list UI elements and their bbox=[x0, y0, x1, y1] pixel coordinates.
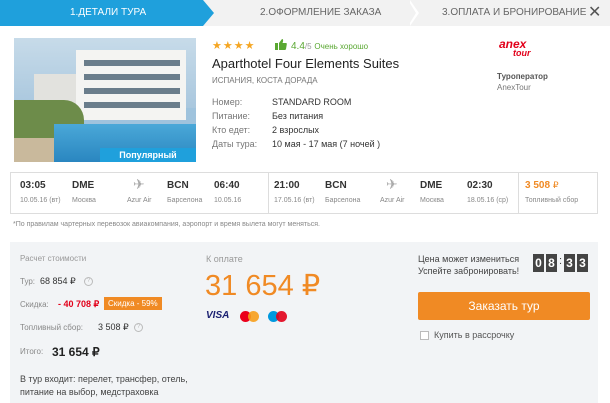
out-dep-date: 10.05.16 (вт) bbox=[20, 197, 61, 204]
calc-title: Расчет стоимости bbox=[20, 254, 87, 263]
hotel-stars: ★★★★ bbox=[212, 40, 256, 52]
timer-colon: : bbox=[559, 255, 563, 267]
back-arr-city: Москва bbox=[420, 197, 444, 204]
maestro-logo bbox=[268, 311, 288, 322]
back-arr-code: DME bbox=[420, 180, 443, 191]
out-dep-code: DME bbox=[72, 180, 95, 191]
order-tour-button[interactable]: Заказать тур bbox=[418, 292, 590, 320]
step-separator-inner bbox=[408, 0, 416, 26]
info-icon[interactable]: ? bbox=[134, 323, 143, 332]
out-arr-time: 06:40 bbox=[214, 180, 240, 191]
timer-digit: 3 bbox=[564, 254, 575, 272]
fuel-label: Топливный сбор: bbox=[20, 323, 83, 332]
tour-value: 68 854 ₽ bbox=[40, 276, 76, 286]
flight-divider bbox=[518, 173, 519, 213]
mastercard-logo bbox=[240, 311, 260, 322]
thumbs-up-icon bbox=[275, 39, 287, 50]
info-icon[interactable]: ? bbox=[84, 277, 93, 286]
discount-badge: Скидка - 59% bbox=[104, 297, 162, 310]
detail-value-dates: 10 мая - 17 мая (7 ночей ) bbox=[272, 139, 381, 149]
timer-digit: 3 bbox=[577, 254, 588, 272]
operator-label: Туроператор bbox=[497, 72, 548, 81]
discount-value: - 40 708 ₽ bbox=[58, 299, 100, 309]
back-arr-date: 18.05.16 (ср) bbox=[467, 197, 509, 204]
detail-label-room: Номер: bbox=[212, 97, 243, 107]
installment-checkbox[interactable] bbox=[420, 331, 429, 340]
fuel-fee-currency: ₽ bbox=[552, 180, 559, 190]
plane-icon: ✈ bbox=[133, 176, 145, 192]
back-arr-time: 02:30 bbox=[467, 180, 493, 191]
plane-icon: ✈ bbox=[386, 176, 398, 192]
detail-value-guests: 2 взрослых bbox=[272, 125, 320, 135]
hotel-location: ИСПАНИЯ, КОСТА ДОРАДА bbox=[212, 76, 318, 85]
step-3-payment[interactable]: 3.ОПЛАТА И БРОНИРОВАНИЕ bbox=[442, 0, 586, 26]
rating-text: Очень хорошо bbox=[314, 42, 369, 51]
step-1-tour-details[interactable]: 1.ДЕТАЛИ ТУРА bbox=[0, 0, 203, 26]
hotel-photo[interactable] bbox=[14, 38, 196, 162]
pay-price: 31 654 ₽ bbox=[205, 270, 321, 302]
back-dep-code: BCN bbox=[325, 180, 347, 191]
total-label: Итого: bbox=[20, 347, 44, 356]
back-dep-date: 17.05.16 (вт) bbox=[274, 197, 315, 204]
close-icon[interactable]: ✕ bbox=[588, 3, 601, 23]
out-airline: Azur Air bbox=[127, 197, 152, 204]
timer-digit: 0 bbox=[533, 254, 544, 272]
step-2-order[interactable]: 2.ОФОРМЛЕНИЕ ЗАКАЗА bbox=[260, 0, 381, 26]
detail-label-dates: Даты тура: bbox=[212, 139, 258, 149]
back-dep-city: Барселона bbox=[325, 197, 361, 204]
out-dep-time: 03:05 bbox=[20, 180, 46, 191]
total-value: 31 654 ₽ bbox=[52, 345, 100, 359]
detail-label-meal: Питание: bbox=[212, 111, 251, 121]
rating-denominator: /5 bbox=[304, 42, 312, 51]
charter-note: *По правилам чартерных перевозок авиаком… bbox=[13, 221, 320, 228]
pay-title: К оплате bbox=[206, 254, 243, 264]
flight-divider bbox=[268, 173, 269, 213]
step-1-arrow bbox=[203, 0, 214, 26]
out-arr-code: BCN bbox=[167, 180, 189, 191]
discount-label: Скидка: bbox=[20, 300, 49, 309]
installment-label[interactable]: Купить в рассрочку bbox=[434, 330, 514, 340]
rating-value: 4.4 bbox=[291, 41, 305, 52]
detail-label-guests: Кто едет: bbox=[212, 125, 251, 135]
fuel-value: 3 508 ₽ bbox=[98, 322, 129, 332]
tour-label: Тур: bbox=[20, 277, 36, 286]
detail-value-room: STANDARD ROOM bbox=[272, 97, 352, 107]
tour-includes: В тур входит: перелет, трансфер, отель, … bbox=[20, 374, 188, 397]
hotel-rating: 4.4/5 Очень хорошо bbox=[291, 41, 368, 52]
anex-tour-logo: anex tour bbox=[497, 37, 541, 59]
out-dep-city: Москва bbox=[72, 197, 96, 204]
timer-digit: 8 bbox=[546, 254, 557, 272]
fuel-fee-amount: 3 508 bbox=[525, 180, 551, 191]
flights-panel: 03:05 10.05.16 (вт) DME Москва ✈ Azur Ai… bbox=[10, 172, 598, 214]
fuel-fee-price: 3 508 ₽ bbox=[525, 180, 559, 191]
back-airline: Azur Air bbox=[380, 197, 405, 204]
logo-text-bottom: tour bbox=[513, 48, 531, 58]
operator-name: AnexTour bbox=[497, 83, 531, 92]
detail-value-meal: Без питания bbox=[272, 111, 324, 121]
hotel-name[interactable]: Aparthotel Four Elements Suites bbox=[212, 56, 399, 71]
book-now-hint: Успейте забронировать! bbox=[418, 266, 520, 276]
out-arr-date: 10.05.16 bbox=[214, 197, 242, 204]
steps-bar: 1.ДЕТАЛИ ТУРА 2.ОФОРМЛЕНИЕ ЗАКАЗА 3.ОПЛА… bbox=[0, 0, 610, 26]
back-dep-time: 21:00 bbox=[274, 180, 300, 191]
visa-logo: VISA bbox=[206, 310, 230, 321]
out-arr-city: Барселона bbox=[167, 197, 203, 204]
fuel-fee-label: Топливный сбор bbox=[525, 197, 579, 204]
popular-badge: Популярный bbox=[100, 148, 196, 162]
price-change-warning: Цена может измениться bbox=[418, 254, 520, 264]
